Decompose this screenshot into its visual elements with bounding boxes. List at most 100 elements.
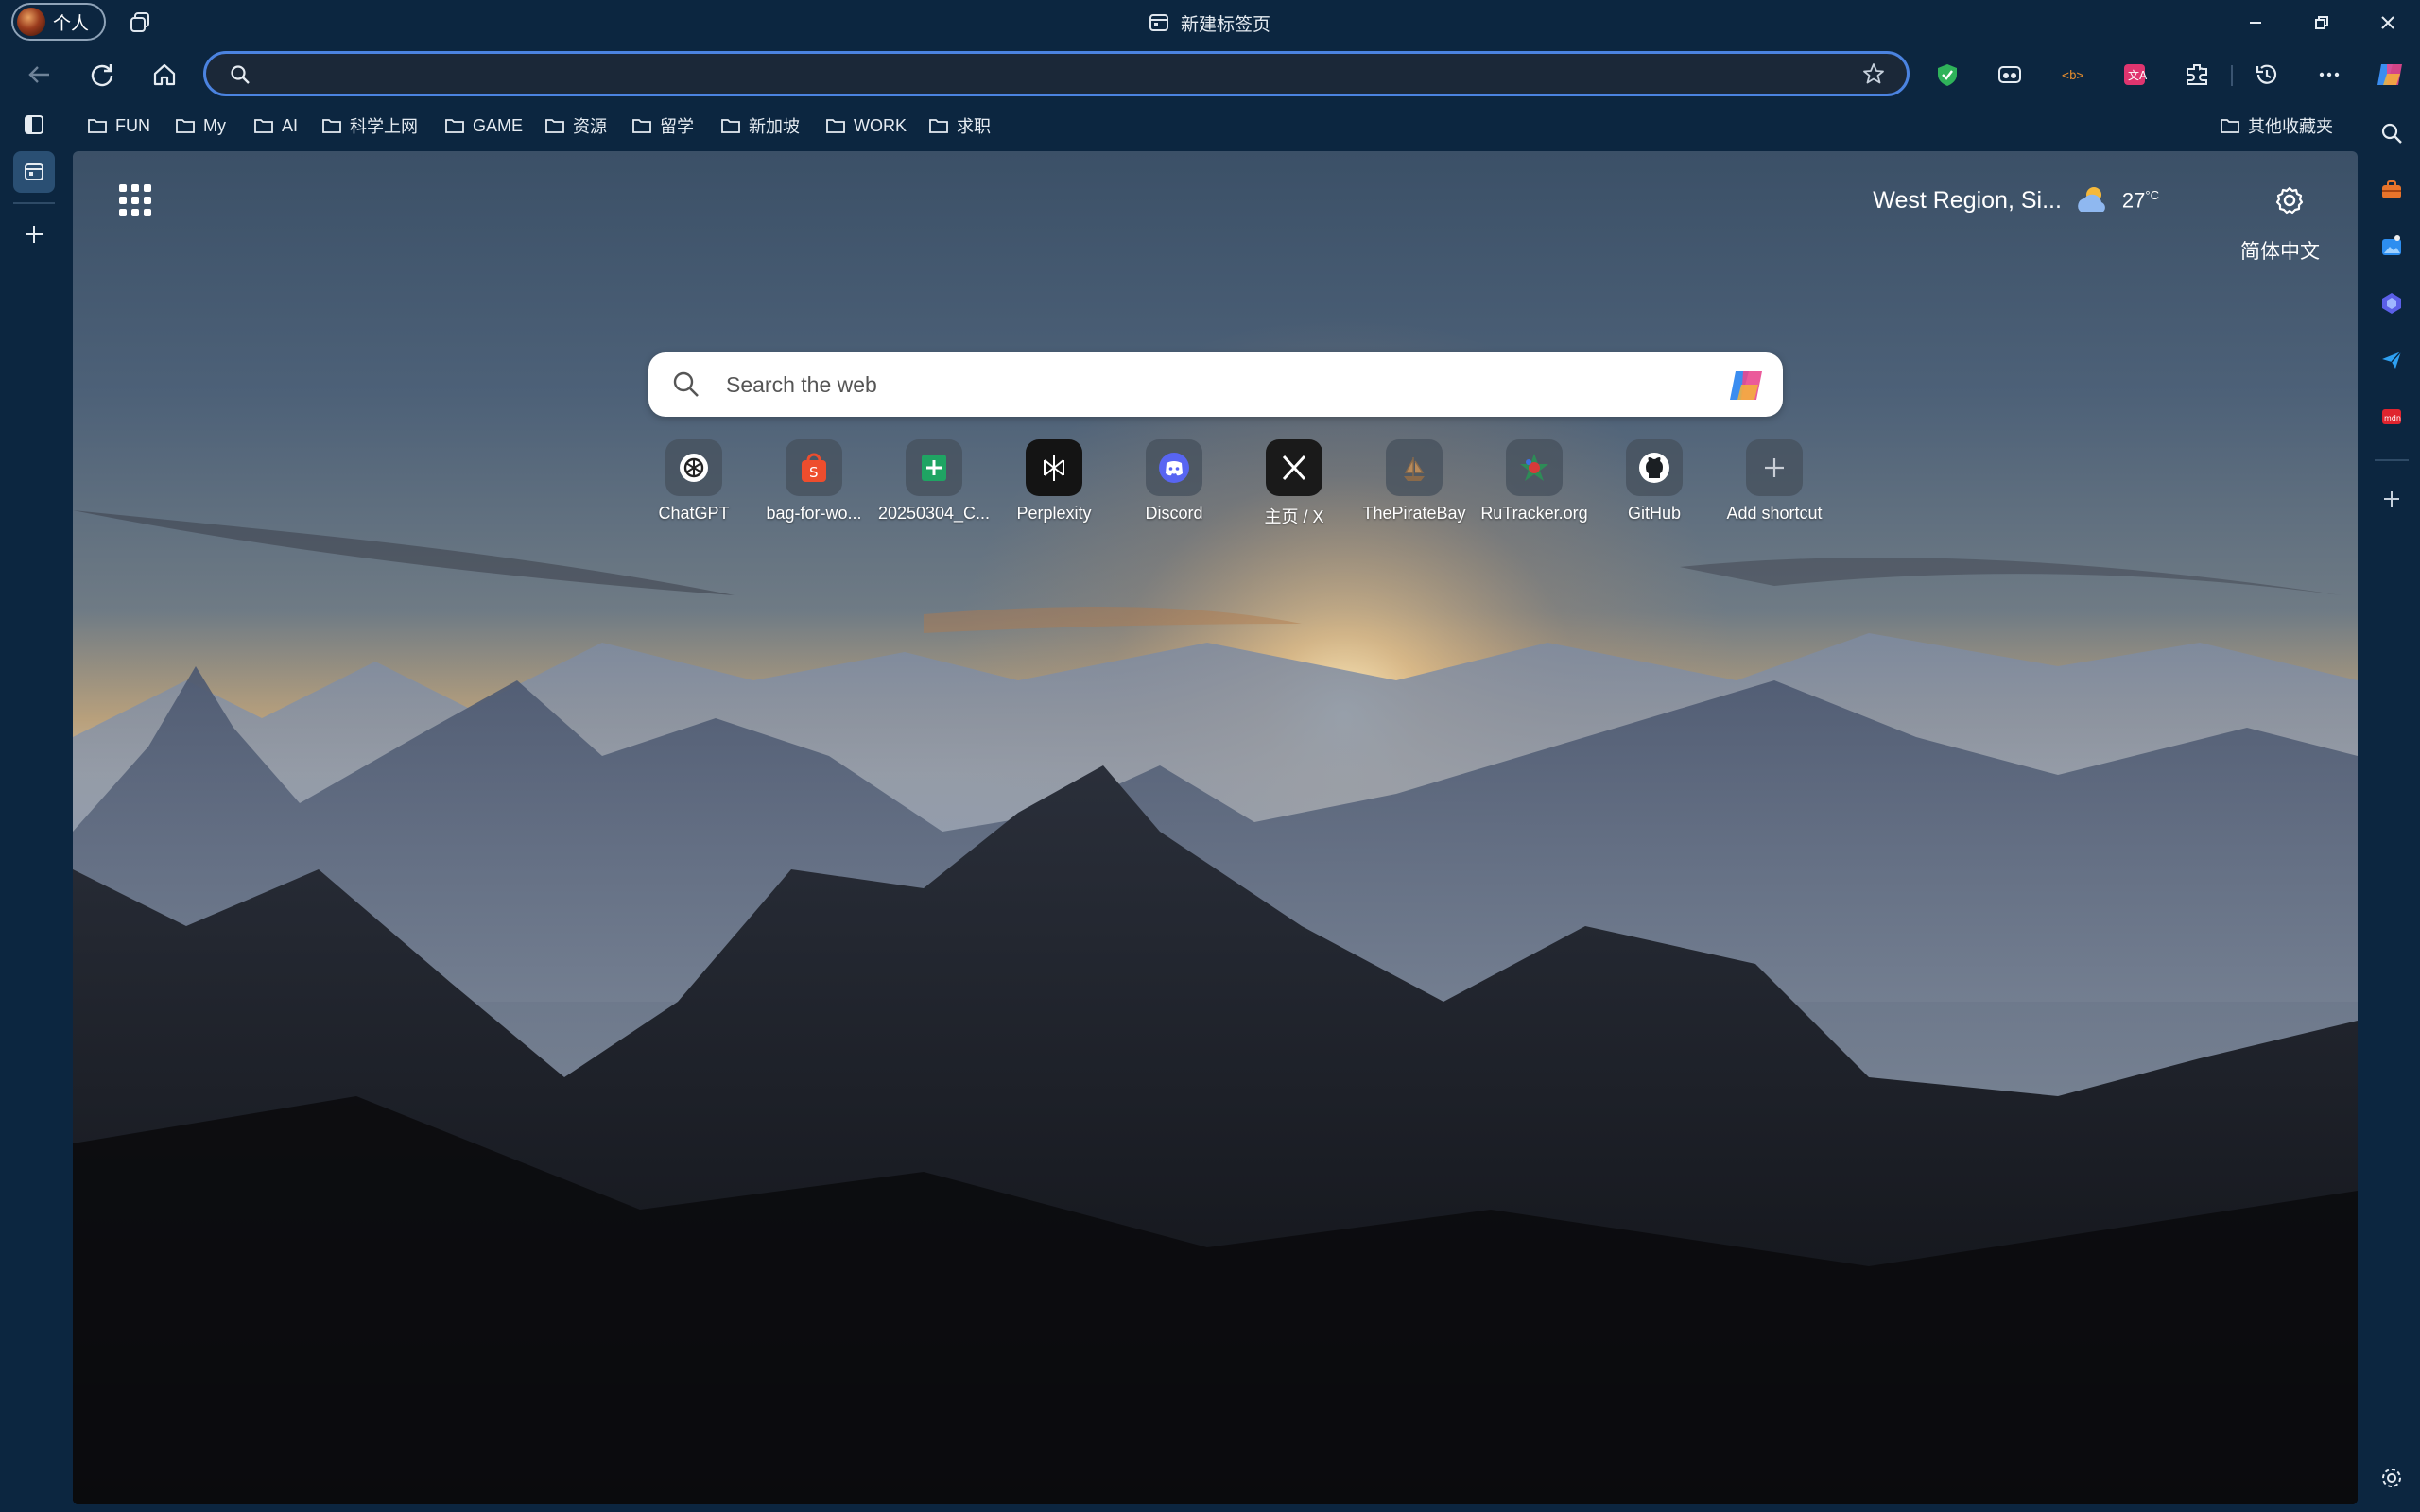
bookmark-label: FUN [115, 115, 150, 135]
folder-icon [88, 119, 107, 133]
sidebar-settings-icon[interactable] [2371, 1457, 2412, 1499]
divider [2375, 459, 2409, 461]
bookmark-label: 留学 [660, 117, 694, 136]
shopee-icon: S [802, 453, 826, 482]
folder-icon [445, 119, 464, 133]
address-bar[interactable] [203, 51, 1910, 96]
svg-text:<b>: <b> [2062, 69, 2084, 83]
shortcut-thepiratebay[interactable]: ThePirateBay [1356, 439, 1473, 524]
folder-icon [826, 119, 845, 133]
bookmark-label: 求职 [957, 117, 991, 136]
copilot-icon[interactable] [2373, 58, 2407, 92]
window-title-text: 新建标签页 [1181, 14, 1271, 35]
bookmark-folder[interactable]: 求职 [928, 112, 991, 140]
tab-actions-icon[interactable] [13, 104, 55, 146]
shield-extension-icon[interactable] [1930, 58, 1964, 92]
bookmark-folder[interactable]: 新加坡 [720, 112, 800, 140]
folder-icon [929, 119, 948, 133]
tools-icon[interactable] [2371, 169, 2412, 211]
bookmark-folder[interactable]: FUN [87, 112, 150, 140]
folder-icon [632, 119, 651, 133]
bookmark-label: GAME [473, 115, 524, 135]
add-sidebar-app-button[interactable] [2371, 478, 2412, 520]
shortcut-discord[interactable]: Discord [1115, 439, 1233, 524]
bookmark-label: 科学上网 [350, 117, 418, 136]
shortcut-label: 主页 / X [1264, 507, 1324, 526]
image-creator-icon[interactable] [2371, 226, 2412, 267]
svg-text:mdn: mdn [2384, 414, 2401, 422]
piratebay-icon [1404, 457, 1425, 481]
new-tab-button[interactable] [13, 214, 55, 255]
shortcut-x[interactable]: 主页 / X [1236, 439, 1353, 528]
history-icon[interactable] [2250, 58, 2284, 92]
shortcut-label: RuTracker.org [1480, 504, 1588, 523]
refresh-button[interactable] [85, 58, 119, 92]
folder-icon [721, 119, 740, 133]
sheets-icon [922, 455, 946, 481]
bookmark-folder[interactable]: 留学 [631, 112, 694, 140]
perplexity-icon [1044, 455, 1064, 481]
shortcut-label: Perplexity [1016, 504, 1092, 523]
favorite-star-icon[interactable] [1861, 61, 1886, 86]
shortcut-sheet[interactable]: 20250304_C... [875, 439, 993, 524]
address-input[interactable] [263, 60, 1832, 88]
bookmark-folder[interactable]: GAME [444, 112, 523, 140]
shortcut-bag[interactable]: S bag-for-wo... [755, 439, 873, 524]
bookmark-label: 其他收藏夹 [2248, 117, 2333, 136]
bookmark-folder[interactable]: WORK [825, 112, 907, 140]
weather-widget[interactable]: West Region, Si... 27°C [1873, 181, 2159, 219]
profile-button[interactable]: 个人 [11, 3, 106, 41]
shortcut-rutracker[interactable]: RuTracker.org [1476, 439, 1593, 524]
profile-label: 个人 [53, 13, 90, 34]
language-selector[interactable]: 简体中文 [2240, 236, 2320, 265]
extensions-icon[interactable] [2180, 58, 2214, 92]
tab-new-tab[interactable] [13, 151, 55, 193]
apps-launcher-icon[interactable] [114, 180, 156, 221]
svg-text:S: S [809, 464, 819, 481]
bookmark-folder[interactable]: My [175, 112, 226, 140]
more-menu-icon[interactable] [2312, 58, 2346, 92]
avatar [17, 8, 45, 36]
weather-temperature: 27°C [2121, 187, 2159, 213]
shortcut-github[interactable]: GitHub [1596, 439, 1713, 524]
github-icon [1639, 453, 1669, 483]
reader-extension-icon[interactable] [1993, 58, 2027, 92]
translate-extension-icon[interactable]: 文A [2118, 58, 2152, 92]
red-app-icon[interactable]: mdn [2371, 396, 2412, 438]
web-search-input[interactable] [726, 369, 1671, 400]
restore-button[interactable] [2307, 8, 2337, 38]
workspaces-icon[interactable] [127, 9, 153, 36]
new-tab-page: West Region, Si... 27°C 简体中文 ChatGPT S b… [73, 151, 2358, 1504]
close-button[interactable] [2373, 8, 2403, 38]
bookmark-label: My [203, 115, 226, 135]
other-bookmarks-folder[interactable]: 其他收藏夹 [2220, 112, 2333, 140]
tab-page-icon [1150, 14, 1168, 31]
divider [13, 202, 55, 204]
page-settings-icon[interactable] [2269, 180, 2310, 221]
shortcut-label: 20250304_C... [877, 504, 991, 523]
shortcut-label: GitHub [1627, 504, 1682, 523]
folder-icon [2221, 119, 2239, 133]
copilot-icon[interactable] [1726, 366, 1766, 405]
bookmark-folder[interactable]: 资源 [544, 112, 607, 140]
minimize-button[interactable] [2240, 8, 2271, 38]
back-button[interactable] [23, 58, 57, 92]
copilot-sidebar-icon[interactable] [2371, 283, 2412, 324]
shortcut-chatgpt[interactable]: ChatGPT [635, 439, 752, 524]
shortcut-perplexity[interactable]: Perplexity [995, 439, 1113, 524]
discord-icon [1159, 453, 1189, 483]
code-extension-icon[interactable]: <b> [2055, 58, 2089, 92]
send-icon[interactable] [2371, 339, 2412, 381]
bookmark-folder[interactable]: AI [253, 112, 298, 140]
folder-icon [254, 119, 273, 133]
sidebar-search-icon[interactable] [2371, 112, 2412, 154]
bookmark-folder[interactable]: 科学上网 [321, 112, 418, 140]
shortcut-label: bag-for-wo... [766, 504, 862, 523]
home-button[interactable] [147, 58, 182, 92]
folder-icon [322, 119, 341, 133]
web-search-box[interactable] [648, 352, 1783, 417]
rutracker-icon [1520, 454, 1548, 481]
search-icon [673, 371, 699, 397]
add-shortcut-button[interactable]: Add shortcut [1716, 439, 1833, 524]
folder-icon [176, 119, 195, 133]
